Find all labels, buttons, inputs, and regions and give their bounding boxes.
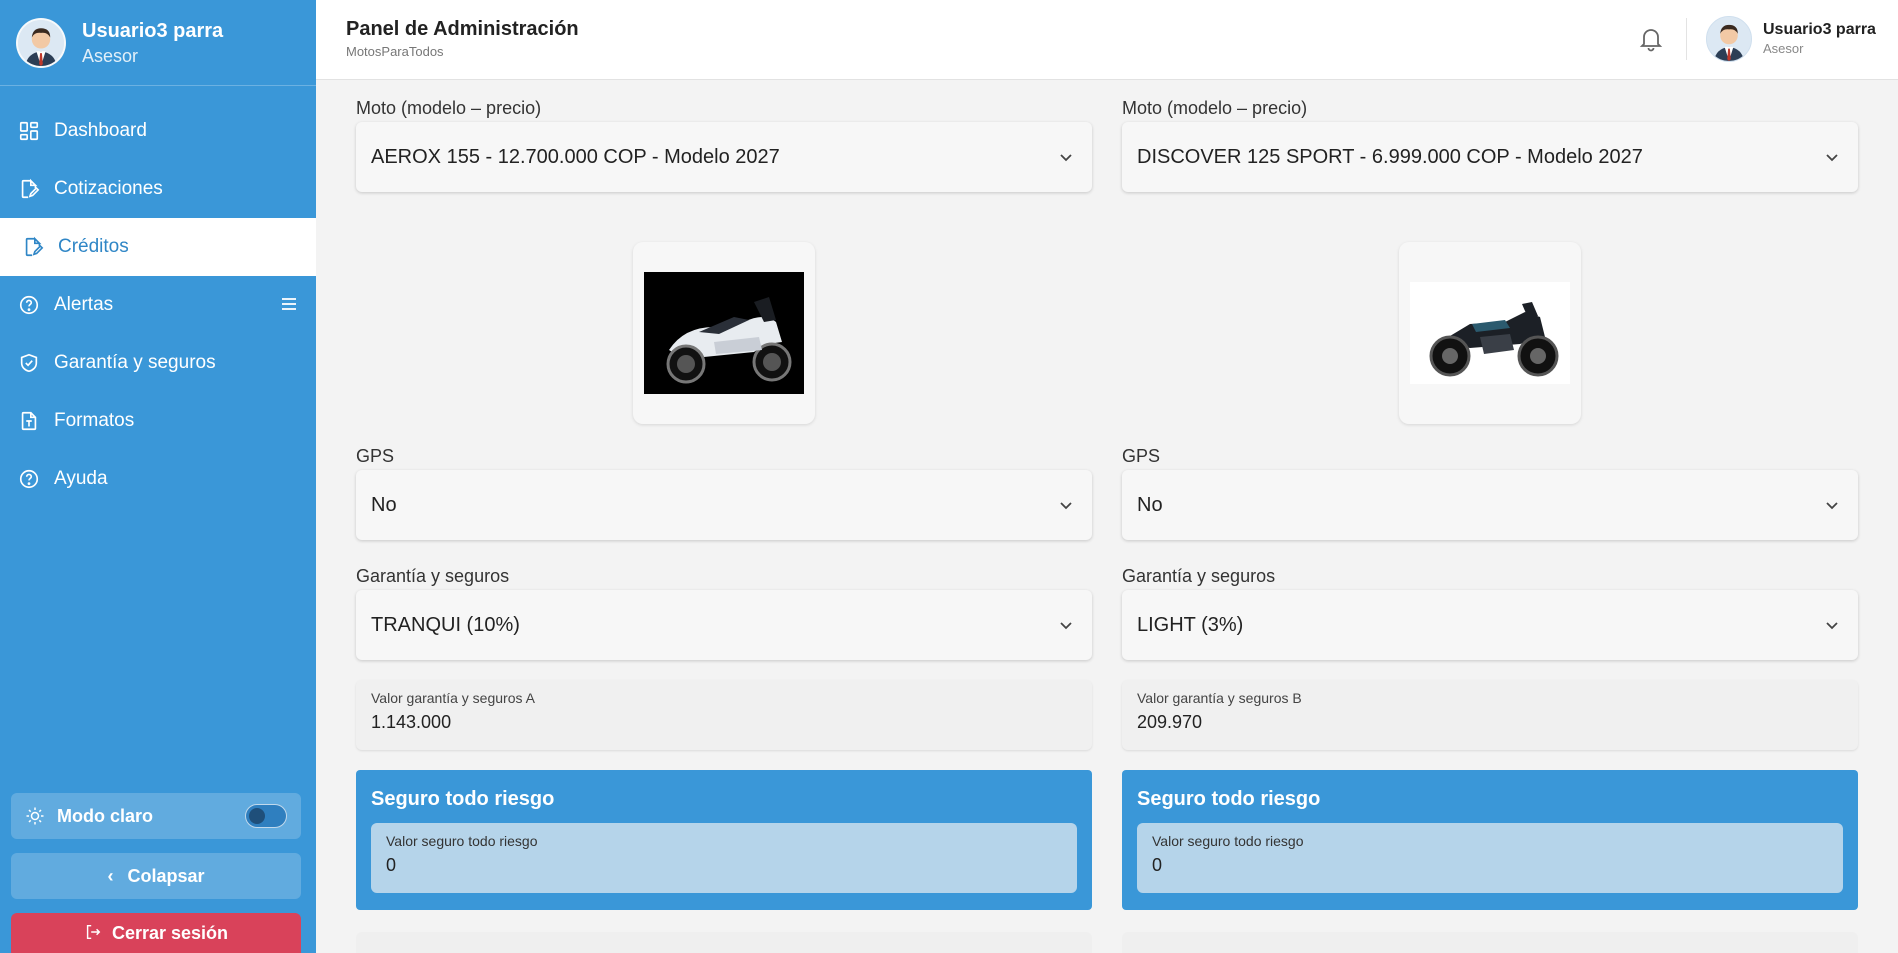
valor-seguro-label: Valor seguro todo riesgo — [386, 833, 538, 849]
menu-icon[interactable] — [280, 295, 298, 313]
valor-garantia-field[interactable]: Valor garantía y seguros B 209.970 — [1122, 680, 1858, 750]
theme-toggle[interactable] — [245, 804, 287, 828]
motorcycle-image — [644, 272, 804, 394]
valor-seguro-value: 0 — [386, 855, 397, 875]
chevron-down-icon — [1060, 622, 1072, 630]
document-edit-icon — [18, 178, 40, 200]
garantia-select-value: TRANQUI (10%) — [371, 613, 520, 636]
valor-garantia-value: 1.143.000 — [371, 712, 452, 732]
seguro-todo-riesgo-panel: Seguro todo riesgo Valor seguro todo rie… — [356, 770, 1092, 910]
sidebar-item-dashboard[interactable]: Dashboard — [0, 102, 316, 160]
logout-icon — [84, 923, 102, 946]
sidebar-item-label: Formatos — [54, 410, 135, 431]
valor-garantia-value: 209.970 — [1137, 712, 1203, 732]
header-user-role: Asesor — [1763, 41, 1804, 56]
page-subtitle: MotosParaTodos — [346, 44, 444, 59]
sidebar-nav: Dashboard Cotizaciones Créditos Alertas — [0, 102, 316, 508]
avatar — [16, 17, 66, 68]
sidebar-item-garantia[interactable]: Garantía y seguros — [0, 334, 316, 392]
moto-label: Moto (modelo – precio) — [1122, 98, 1308, 118]
moto-select-value: AEROX 155 - 12.700.000 COP - Modelo 2027 — [371, 145, 780, 168]
gps-select[interactable]: No — [1122, 470, 1858, 540]
moto-select[interactable]: AEROX 155 - 12.700.000 COP - Modelo 2027 — [356, 122, 1092, 192]
sidebar-item-formatos[interactable]: Formatos — [0, 392, 316, 450]
seguro-todo-riesgo-panel: Seguro todo riesgo Valor seguro todo rie… — [1122, 770, 1858, 910]
shield-check-icon — [18, 352, 40, 374]
logout-button[interactable]: Cerrar sesión — [11, 913, 301, 953]
main-content: Moto (modelo – precio) AEROX 155 - 12.70… — [316, 80, 1898, 953]
help-circle-icon — [18, 468, 40, 490]
seguro-title: Seguro todo riesgo — [371, 788, 555, 810]
valor-seguro-label: Valor seguro todo riesgo — [1152, 833, 1304, 849]
valor-garantia-label: Valor garantía y seguros A — [371, 690, 535, 706]
sidebar-user-name: Usuario3 parra — [82, 19, 224, 42]
page-title: Panel de Administración — [346, 18, 579, 40]
sidebar-item-alertas[interactable]: Alertas — [0, 276, 316, 334]
sidebar-item-ayuda[interactable]: Ayuda — [0, 450, 316, 508]
sidebar-item-label: Créditos — [58, 236, 129, 257]
sidebar-item-label: Ayuda — [54, 468, 108, 489]
document-edit-icon — [22, 236, 44, 258]
comparison-column-b: Moto (modelo – precio) DISCOVER 125 SPOR… — [1122, 80, 1858, 953]
sun-icon — [25, 806, 45, 826]
gps-select-value: No — [1137, 493, 1163, 516]
moto-label: Moto (modelo – precio) — [356, 98, 542, 118]
gps-label: GPS — [356, 446, 395, 466]
gps-select-value: No — [371, 493, 397, 516]
sidebar-user-role: Asesor — [82, 45, 139, 66]
gps-select[interactable]: No — [356, 470, 1092, 540]
gps-label: GPS — [1122, 446, 1161, 466]
comparison-column-a: Moto (modelo – precio) AEROX 155 - 12.70… — [356, 80, 1092, 953]
document-text-icon — [18, 410, 40, 432]
next-field-partial — [1122, 932, 1858, 953]
valor-seguro-field[interactable]: Valor seguro todo riesgo 0 — [1137, 823, 1843, 893]
sidebar-profile: Usuario3 parra Asesor — [0, 0, 316, 86]
sidebar-item-creditos[interactable]: Créditos — [0, 218, 316, 276]
help-circle-icon — [18, 294, 40, 316]
theme-mode-row[interactable]: Modo claro — [11, 793, 301, 839]
valor-garantia-label: Valor garantía y seguros B — [1137, 690, 1302, 706]
chevron-down-icon — [1060, 154, 1072, 162]
sidebar-item-label: Alertas — [54, 294, 114, 315]
header-avatar[interactable] — [1706, 16, 1752, 62]
sidebar-footer: Modo claro ‹ Colapsar Cerrar sesión — [11, 793, 301, 953]
chevron-down-icon — [1060, 502, 1072, 510]
chevron-down-icon — [1826, 154, 1838, 162]
garantia-select[interactable]: TRANQUI (10%) — [356, 590, 1092, 660]
chevron-down-icon — [1826, 622, 1838, 630]
garantia-label: Garantía y seguros — [1122, 566, 1276, 586]
sidebar-item-label: Cotizaciones — [54, 178, 163, 199]
sidebar-item-label: Dashboard — [54, 120, 147, 141]
chevron-left-icon: ‹ — [107, 865, 114, 886]
sidebar-item-cotizaciones[interactable]: Cotizaciones — [0, 160, 316, 218]
garantia-label: Garantía y seguros — [356, 566, 510, 586]
motorcycle-image — [1410, 282, 1570, 384]
seguro-title: Seguro todo riesgo — [1137, 788, 1321, 810]
top-header: Panel de Administración MotosParaTodos U… — [316, 0, 1898, 80]
sidebar-item-label: Garantía y seguros — [54, 352, 216, 373]
dashboard-icon — [18, 120, 40, 142]
garantia-select[interactable]: LIGHT (3%) — [1122, 590, 1858, 660]
collapse-label: Colapsar — [127, 865, 205, 886]
moto-image-card — [1399, 242, 1581, 424]
valor-seguro-field[interactable]: Valor seguro todo riesgo 0 — [371, 823, 1077, 893]
garantia-select-value: LIGHT (3%) — [1137, 613, 1244, 636]
moto-image-card — [633, 242, 815, 424]
valor-garantia-field[interactable]: Valor garantía y seguros A 1.143.000 — [356, 680, 1092, 750]
logout-label: Cerrar sesión — [111, 923, 229, 943]
moto-select[interactable]: DISCOVER 125 SPORT - 6.999.000 COP - Mod… — [1122, 122, 1858, 192]
next-field-partial — [356, 932, 1092, 953]
bell-icon[interactable] — [1638, 25, 1664, 53]
theme-mode-label: Modo claro — [57, 805, 154, 826]
valor-seguro-value: 0 — [1152, 855, 1163, 875]
header-user-name: Usuario3 parra — [1763, 21, 1876, 38]
collapse-button[interactable]: ‹ Colapsar — [11, 853, 301, 899]
sidebar: Usuario3 parra Asesor Dashboard Cotizaci… — [0, 0, 316, 953]
header-divider — [1686, 18, 1687, 60]
toggle-knob — [249, 808, 265, 824]
chevron-down-icon — [1826, 502, 1838, 510]
moto-select-value: DISCOVER 125 SPORT - 6.999.000 COP - Mod… — [1137, 145, 1643, 168]
